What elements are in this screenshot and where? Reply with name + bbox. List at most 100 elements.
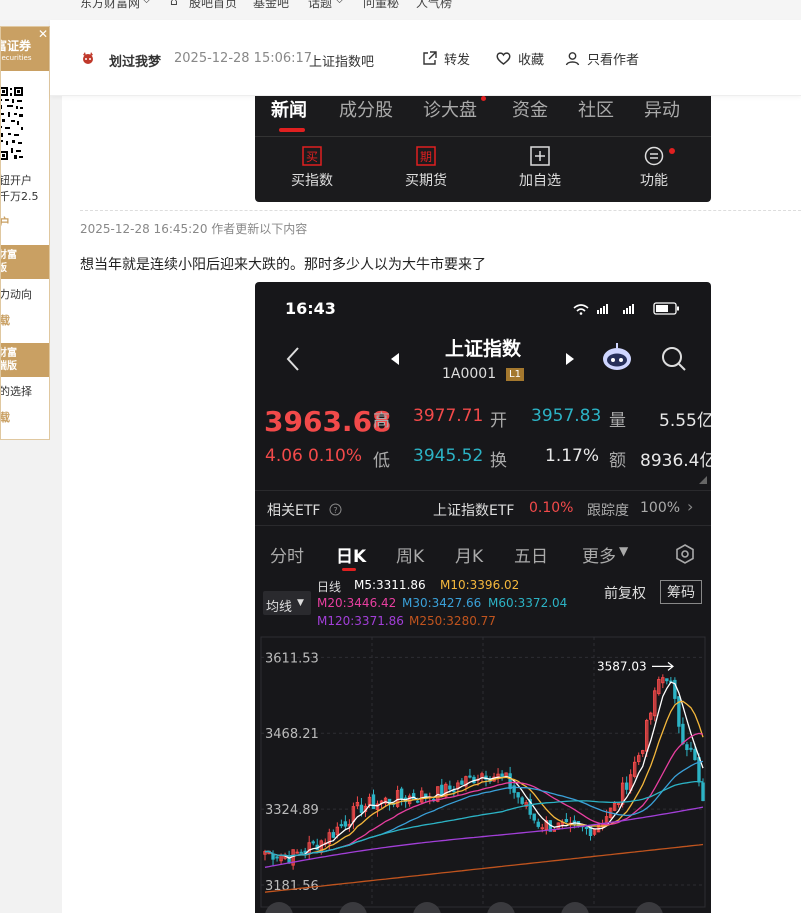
etf-name: 上证指数ETF — [433, 503, 515, 519]
author-name[interactable]: 划过我梦 — [109, 51, 161, 70]
svg-text:?: ? — [333, 506, 337, 515]
y-tick-label: 3611.53 — [265, 651, 319, 666]
tab-more: 更多 — [582, 547, 616, 567]
ma5-line — [264, 681, 704, 859]
high-value: 3977.71 — [413, 406, 484, 426]
user-icon — [565, 52, 580, 66]
settings-icon — [676, 544, 694, 564]
turnover-label: 换 — [490, 451, 507, 471]
nav-guba-home[interactable]: 股吧首页 — [189, 0, 237, 11]
tab-components: 成分股 — [339, 100, 393, 121]
next-icon — [566, 353, 574, 365]
share-button[interactable]: 转发 — [421, 49, 470, 68]
bar-name[interactable]: 上证指数吧 — [309, 51, 374, 70]
candle-body — [665, 678, 669, 682]
candle-body — [271, 853, 275, 860]
tab-funds: 资金 — [512, 100, 548, 121]
menu-icon — [644, 146, 664, 166]
candle-body — [681, 723, 685, 744]
tab-daily-k: 日K — [336, 547, 367, 567]
candle-body — [536, 821, 540, 827]
ad-band-2: 财富 端版 — [1, 343, 49, 377]
related-etf-row: 相关ETF ? 上证指数ETF 0.10% 跟踪度 100% › — [255, 490, 711, 526]
ad-band-1: 财富 版 — [1, 245, 49, 279]
buy-futures-button: 期 买期货 — [391, 146, 461, 190]
candle-body — [584, 827, 589, 830]
chart-tool-button — [265, 902, 293, 913]
ad-header: 富证券 Securities ✕ — [1, 27, 49, 71]
nav-ask-secretary[interactable]: 问董秘 — [363, 0, 399, 11]
chart-tool-button — [339, 902, 367, 913]
chevron-right-icon: › — [687, 497, 694, 516]
candle-body — [275, 856, 279, 859]
peak-label: 3587.03 — [597, 659, 647, 673]
candle-body — [468, 775, 472, 778]
candle-body — [399, 788, 404, 800]
amount-label: 额 — [609, 451, 626, 471]
home-icon[interactable]: ⌂ — [170, 0, 178, 8]
ad-link-open[interactable]: 户 — [1, 214, 10, 230]
volume-label: 量 — [609, 411, 626, 431]
share-icon — [423, 51, 437, 65]
candle-body — [416, 800, 420, 803]
candle-body — [339, 824, 344, 827]
ad-link-download-2[interactable]: 载 — [1, 409, 10, 425]
buy-index-button: 买 买指数 — [277, 146, 347, 190]
ma30-value: M30:3427.66 — [402, 596, 482, 610]
notification-dot — [481, 96, 486, 101]
status-clock: 16:43 — [285, 299, 336, 318]
buy-futures-label: 买期货 — [405, 173, 447, 189]
ma-selector-label: 均线 — [266, 600, 293, 615]
index-title: 上证指数 — [444, 338, 521, 360]
buy-index-label: 买指数 — [291, 173, 333, 189]
ad-band-1-line2: 版 — [1, 262, 49, 275]
ad-text-rate: 千万2.5 — [0, 190, 39, 203]
ma5-value: M5:3311.86 — [354, 578, 426, 592]
ad-band-2-line2: 端版 — [1, 361, 17, 372]
chevron-down-icon[interactable]: ⌵ — [142, 0, 151, 7]
candle-body — [448, 785, 452, 790]
candle-body — [693, 749, 697, 761]
etf-label: 相关ETF — [267, 503, 321, 519]
candle-body — [343, 821, 348, 827]
chevron-down-icon[interactable]: ⌵ — [335, 0, 344, 7]
ma-daily-label: 日线 — [317, 580, 342, 594]
ma60-value: M60:3372.04 — [488, 596, 568, 610]
nav-eastmoney[interactable]: 东方财富网 — [80, 0, 140, 11]
avatar[interactable] — [81, 51, 95, 65]
candle-body — [311, 841, 315, 844]
candle-body — [564, 819, 569, 823]
candle-body — [295, 851, 299, 854]
candle-body — [520, 797, 524, 804]
ad-text-flow: 力动向 — [0, 288, 32, 301]
author-only-button[interactable]: 只看作者 — [564, 49, 639, 68]
tab-intraday: 分时 — [270, 547, 304, 567]
chart-tool-button — [561, 902, 589, 913]
add-watchlist-button: 加自选 — [505, 146, 575, 190]
nav-fund-bar[interactable]: 基金吧 — [253, 0, 289, 11]
embedded-screenshot-1: 新闻 成分股 诊大盘 资金 社区 异动 买 买指数 期 买期货 加自选 功能 — [255, 96, 711, 202]
candle-body — [685, 744, 689, 751]
candle-body — [701, 782, 705, 802]
candle-body — [452, 790, 456, 793]
tab-weekly-k: 周K — [396, 547, 425, 567]
candle-body — [516, 792, 520, 798]
nav-topics[interactable]: 话题 — [308, 0, 332, 11]
candle-body — [689, 747, 693, 750]
candle-body — [359, 804, 364, 813]
candle-body — [299, 851, 303, 854]
futures-icon: 期 — [416, 146, 436, 166]
nav-popularity[interactable]: 人气榜 — [416, 0, 452, 11]
search-icon — [662, 347, 686, 371]
caret-down-icon: ▼ — [297, 598, 304, 608]
active-period-indicator — [342, 568, 356, 571]
etf-pct: 0.10% — [529, 500, 574, 516]
tab-five-day: 五日 — [514, 547, 548, 567]
favorite-button[interactable]: 收藏 — [495, 49, 544, 68]
left-ad-banner[interactable]: 富证券 Securities ✕ 钮开户 千万2.5 户 财富 版 力动向 载 … — [0, 26, 50, 440]
tab-movement: 异动 — [644, 100, 680, 121]
candle-body — [532, 813, 536, 821]
tab-news: 新闻 — [271, 100, 307, 121]
close-icon[interactable]: ✕ — [38, 27, 48, 41]
ad-link-download-1[interactable]: 载 — [1, 312, 10, 328]
